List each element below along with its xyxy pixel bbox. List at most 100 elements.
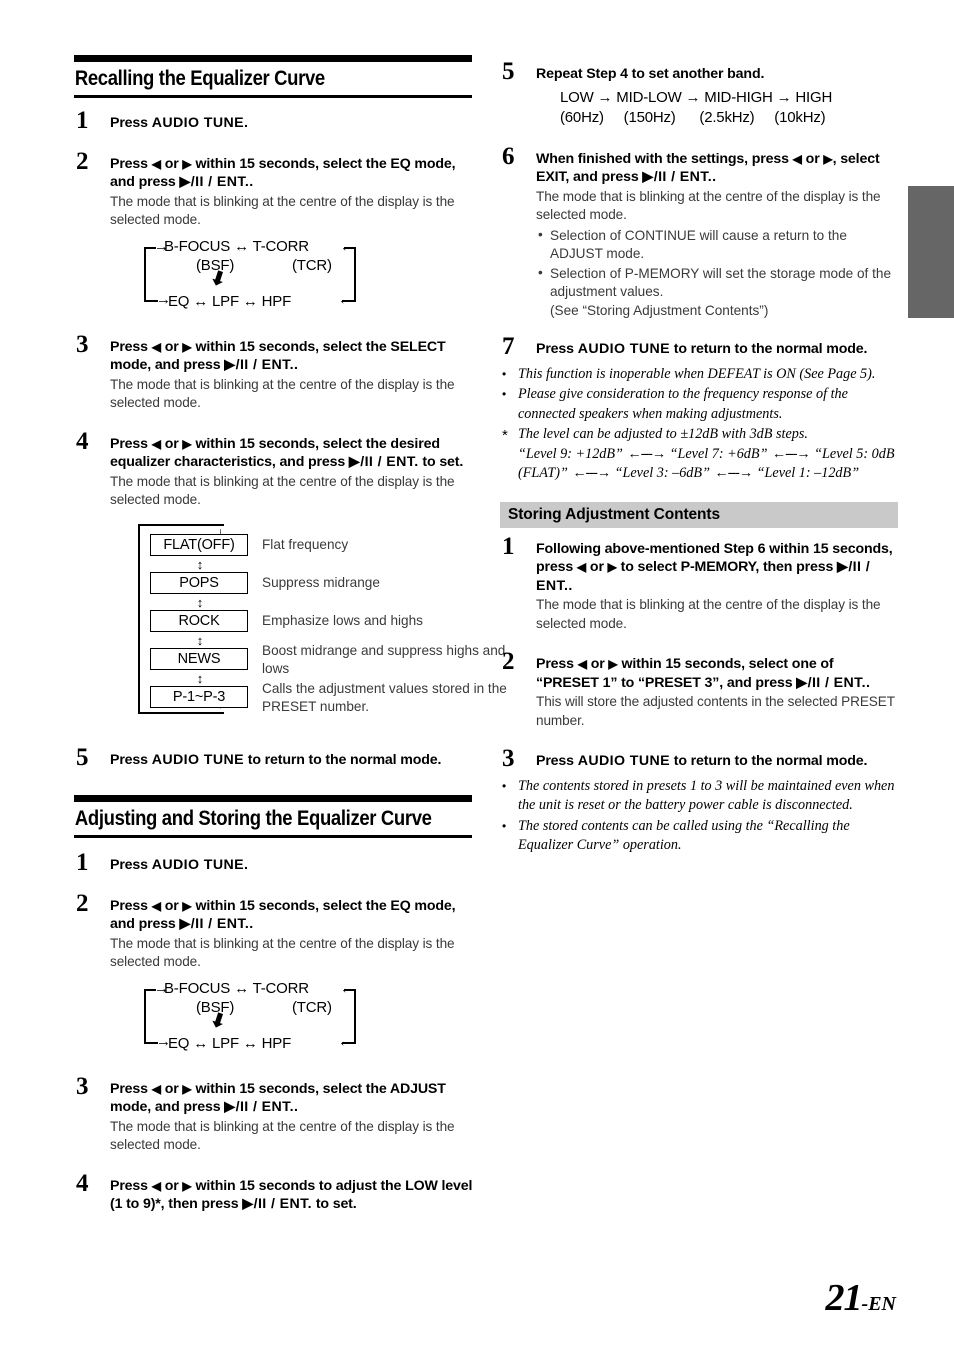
audio-tune-button-label: AUDIO TUNE xyxy=(151,751,244,768)
equalizer-preset-list-diagram: ↓ ↑ FLAT(OFF) Flat frequency ↕ POPS Supp… xyxy=(138,520,518,725)
step-number: 7 xyxy=(502,333,515,360)
mode-loop-diagram: → ← → ← B-FOCUS ↔ T-CORR (BSF) (TCR) ⬇ E… xyxy=(144,980,394,1058)
step-item: 4 Press ◀ or ▶ within 15 seconds, select… xyxy=(74,429,507,725)
bidirectional-arrow-icon: ←---→ xyxy=(714,465,754,481)
preset-box: NEWS xyxy=(150,647,248,670)
play-pause-enter-button-label: ▶/II / ENT. xyxy=(224,1099,295,1115)
right-column: 5 Repeat Step 4 to set another band. LOW… xyxy=(500,55,900,857)
manual-page: Recalling the Equalizer Curve 1 Press AU… xyxy=(0,0,954,1348)
play-pause-enter-button-label: ▶/II / ENT. xyxy=(179,174,250,190)
step-text: . xyxy=(243,857,248,873)
step-lead: Press ◀ or ▶ within 15 seconds, select o… xyxy=(536,655,900,692)
step-lead: Press AUDIO TUNE to return to the normal… xyxy=(536,340,900,359)
note-text: This function is inoperable when DEFEAT … xyxy=(518,365,876,382)
step-text: or xyxy=(160,897,183,914)
step-text: . xyxy=(294,357,298,373)
mode-loop-diagram: → ← → ← B-FOCUS ↔ T-CORR (BSF) (TCR) ⬇ E… xyxy=(144,238,394,316)
step-lead: When finished with the settings, press ◀… xyxy=(536,150,900,187)
step-text: or xyxy=(160,435,183,452)
step-number: 1 xyxy=(76,107,89,134)
step-text: or xyxy=(160,1177,183,1194)
bidirectional-arrow-icon: ←---→ xyxy=(627,445,667,462)
step-lead: Repeat Step 4 to set another band. xyxy=(536,66,765,82)
left-arrow-icon: ◀ xyxy=(151,436,161,451)
subsection-title: Storing Adjustment Contents xyxy=(508,505,720,523)
bullet-icon: • xyxy=(502,387,507,401)
step-text: Press xyxy=(536,341,578,357)
level-label: “Level 1: –12dB” xyxy=(756,465,860,481)
step-number: 6 xyxy=(502,142,515,170)
note-item: • This function is inoperable when DEFEAT… xyxy=(500,365,900,385)
step-text: or xyxy=(801,150,824,167)
step-text: or xyxy=(160,338,183,355)
step-text: to select P-MEMORY, then press xyxy=(616,559,838,575)
step-text: to return to the normal mode. xyxy=(669,753,868,769)
step-number: 3 xyxy=(76,1072,89,1100)
step-item: 4 Press ◀ or ▶ within 15 seconds to adju… xyxy=(74,1171,474,1214)
play-pause-enter-button-label: ▶/II / ENT. xyxy=(242,1196,313,1212)
left-arrow-icon: ◀ xyxy=(577,657,587,671)
step-number: 4 xyxy=(76,427,89,455)
step-number: 5 xyxy=(76,743,89,771)
play-pause-enter-button-label: ▶/II / ENT. xyxy=(796,674,867,691)
bullet-subnote: (See “Storing Adjustment Contents”) xyxy=(550,302,769,318)
step-lead: Press AUDIO TUNE. xyxy=(110,114,474,133)
left-arrow-icon: ◀ xyxy=(792,151,802,166)
step-lead: Following above-mentioned Step 6 within … xyxy=(536,540,900,596)
left-arrow-icon: ◀ xyxy=(151,898,161,913)
level-chain: “Level 9: +12dB” ←---→ “Level 7: +6dB” ←… xyxy=(518,445,900,484)
note-text: Please give consideration to the frequen… xyxy=(518,386,848,422)
diagram-row-top: B-FOCUS ↔ T-CORR xyxy=(164,979,309,997)
step-lead: Press ◀ or ▶ within 15 seconds, select t… xyxy=(110,338,474,375)
heading-rule-bottom xyxy=(74,835,472,838)
step-text: to set. xyxy=(312,1196,357,1212)
step-lead-pre: Press xyxy=(110,115,152,131)
preset-box: P-1~P-3 xyxy=(150,685,248,708)
step-text: or xyxy=(160,155,183,172)
diagram-wire-left xyxy=(144,988,146,1044)
step-text: Press xyxy=(536,753,578,769)
step-lead: Press ◀ or ▶ within 15 seconds, select t… xyxy=(110,155,474,192)
bidirectional-arrow-icon: ←---→ xyxy=(572,465,611,481)
right-arrow-icon: ▶ xyxy=(182,339,192,354)
note-text: The contents stored in presets 1 to 3 wi… xyxy=(518,777,895,814)
updown-arrow-icon: ↕ xyxy=(196,632,204,648)
step-text: Press xyxy=(110,1177,152,1194)
step-number: 1 xyxy=(502,532,515,560)
right-arrow-icon: ▶ xyxy=(607,560,617,574)
step-lead: Press AUDIO TUNE to return to the normal… xyxy=(110,751,474,770)
step-body: The mode that is blinking at the centre … xyxy=(110,193,455,228)
left-arrow-icon: ◀ xyxy=(576,560,587,574)
step-bullet-list: Selection of CONTINUE will cause a retur… xyxy=(536,226,900,321)
bullet-text: Selection of P-MEMORY will set the stora… xyxy=(550,265,892,300)
left-arrow-icon: ◀ xyxy=(151,156,161,171)
diagram-sub-tcr: (TCR) xyxy=(292,998,332,1016)
section-title: Adjusting and Storing the Equalizer Curv… xyxy=(74,806,432,830)
diagram-wire-left xyxy=(144,246,146,302)
level-label: “Level 9: +12dB” xyxy=(518,445,623,462)
step-body: The mode that is blinking at the centre … xyxy=(110,935,455,970)
step-item: 2 Press ◀ or ▶ within 15 seconds, select… xyxy=(74,149,474,316)
step-number: 3 xyxy=(502,745,515,772)
step-text: to return to the normal mode. xyxy=(669,341,868,357)
step-text: or xyxy=(586,559,608,575)
page-edge-index-tab xyxy=(908,186,954,318)
step-lead: Press ◀ or ▶ within 15 seconds, select t… xyxy=(110,1080,474,1117)
preset-description: Boost midrange and suppress highs and lo… xyxy=(262,642,506,676)
step-text: . xyxy=(249,916,253,932)
step-lead: Press ◀ or ▶ within 15 seconds, select t… xyxy=(110,435,474,472)
diagram-wire-right xyxy=(354,988,356,1044)
left-column: Recalling the Equalizer Curve 1 Press AU… xyxy=(74,55,507,1228)
step-text: Press xyxy=(536,656,578,672)
diagram-row-bottom: EQ ↔ LPF ↔ HPF xyxy=(168,1034,292,1052)
subsection-heading-storing: Storing Adjustment Contents xyxy=(500,501,898,528)
bullet-icon: • xyxy=(502,818,507,833)
level-label: “Level 3: –6dB” xyxy=(614,465,710,481)
section-heading-adjusting: Adjusting and Storing the Equalizer Curv… xyxy=(74,795,474,838)
note-item: • Please give consideration to the freque… xyxy=(500,385,900,424)
step-text: Press xyxy=(110,338,152,355)
heading-rule-bottom xyxy=(74,95,472,98)
band-flow-frequencies: (60Hz) (150Hz) (2.5kHz) (10kHz) xyxy=(560,108,826,126)
step-text: When finished with the settings, press xyxy=(536,150,793,167)
play-pause-enter-button-label: ▶/II / ENT. xyxy=(179,916,250,932)
